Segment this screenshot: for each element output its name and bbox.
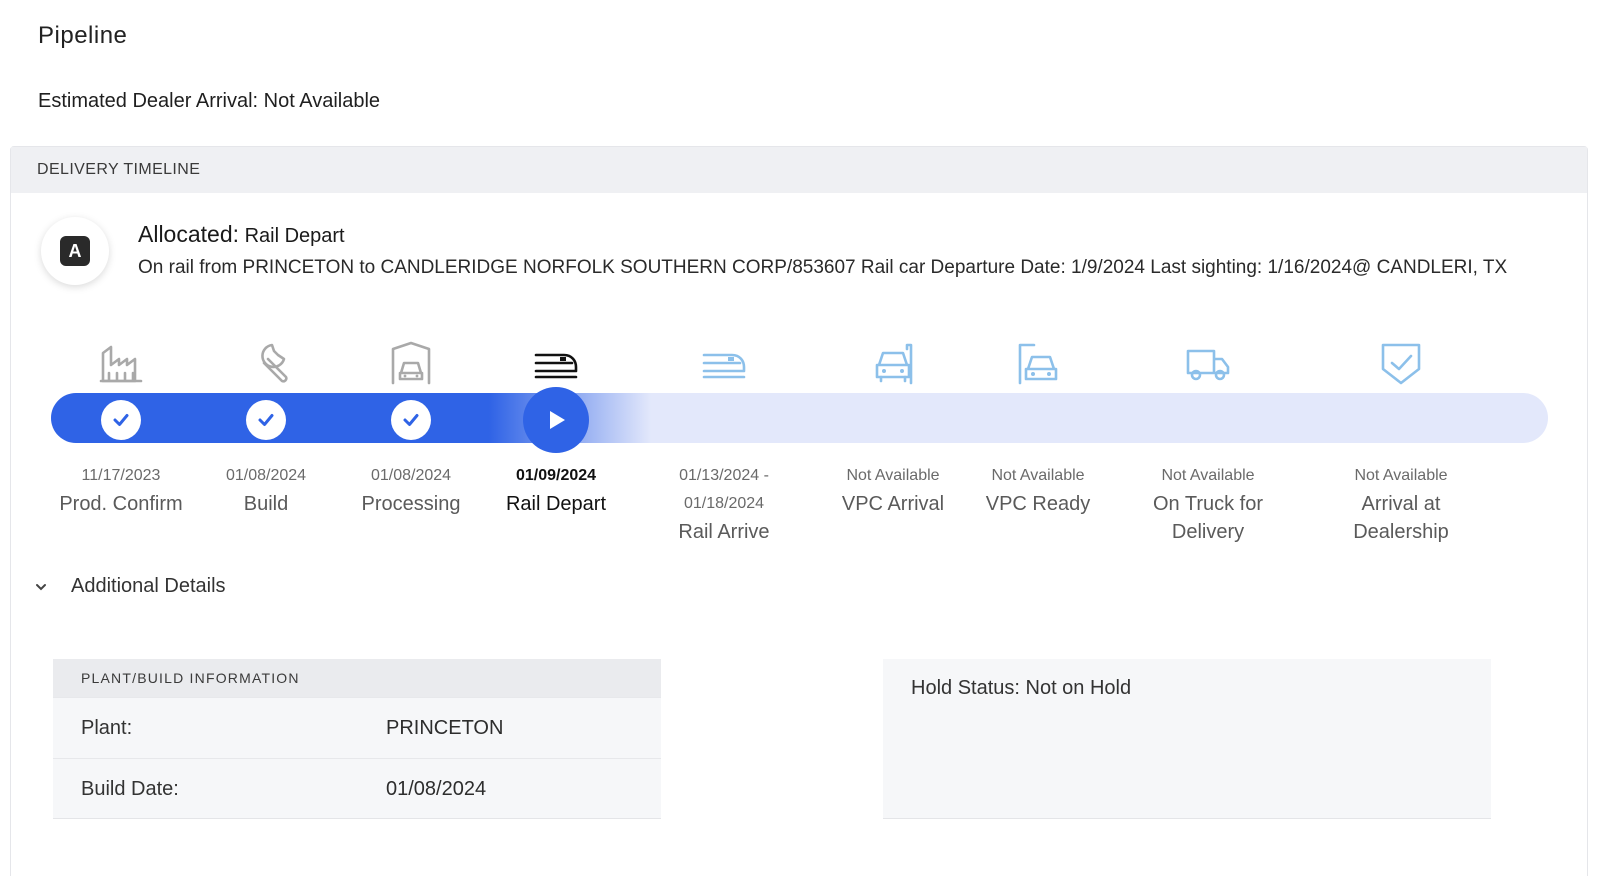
step-date: Not Available bbox=[1161, 467, 1255, 484]
wrench-icon bbox=[191, 327, 341, 387]
step-date: 01/08/2024 bbox=[370, 467, 452, 484]
step-label: Build bbox=[243, 493, 289, 515]
plant-value: PRINCETON bbox=[386, 716, 504, 739]
plant-key: Plant: bbox=[81, 716, 133, 739]
step-label: Arrival at Dealership bbox=[1353, 493, 1449, 543]
timeline-step: 01/09/2024 Rail Depart bbox=[481, 327, 631, 515]
status-letter-badge: A bbox=[60, 236, 90, 266]
chevron-down-icon bbox=[36, 583, 46, 590]
timeline-step: Not Available Arrival at Dealership bbox=[1326, 327, 1476, 543]
step-date: Not Available bbox=[1354, 467, 1448, 484]
step-label: VPC Ready bbox=[985, 493, 1091, 515]
step-date: 11/17/2023 bbox=[81, 467, 161, 484]
garage-car-icon bbox=[336, 327, 486, 387]
plant-panel-header: PLANT/BUILD INFORMATION bbox=[53, 659, 661, 697]
train-arrive-icon bbox=[649, 327, 799, 387]
step-label: Rail Depart bbox=[505, 493, 607, 515]
truck-icon bbox=[1133, 327, 1283, 387]
step-label: VPC Arrival bbox=[841, 493, 945, 515]
delivery-timeline: 11/17/2023 Prod. Confirm 01/08/2024 Build 01… bbox=[11, 327, 1589, 557]
build-date-key: Build Date: bbox=[81, 777, 179, 800]
page-title: Pipeline bbox=[38, 22, 128, 49]
step-label: Prod. Confirm bbox=[59, 493, 183, 515]
check-icon bbox=[246, 400, 286, 440]
step-date: 01/08/2024 bbox=[225, 467, 307, 484]
check-icon bbox=[101, 400, 141, 440]
timeline-step: Not Available VPC Ready bbox=[963, 327, 1113, 515]
estimated-dealer-arrival: Estimated Dealer Arrival: Not Available bbox=[38, 90, 381, 112]
step-date: Not Available bbox=[991, 467, 1085, 484]
timeline-step: Not Available VPC Arrival bbox=[818, 327, 968, 515]
timeline-step: 01/13/2024 - 01/18/2024 Rail Arrive bbox=[649, 327, 799, 543]
timeline-step: 11/17/2023 Prod. Confirm bbox=[46, 327, 196, 515]
additional-details-toggle[interactable]: Additional Details bbox=[33, 575, 226, 598]
status-line: Allocated: Rail Depart bbox=[138, 221, 1518, 248]
factory-icon bbox=[46, 327, 196, 387]
step-label: Processing bbox=[361, 493, 461, 515]
step-label: Rail Arrive bbox=[678, 521, 770, 543]
train-icon bbox=[481, 327, 631, 387]
hold-status-panel: Hold Status: Not on Hold bbox=[883, 659, 1491, 819]
plant-build-panel: PLANT/BUILD INFORMATION Plant: PRINCETON… bbox=[53, 659, 661, 819]
check-icon bbox=[391, 400, 431, 440]
step-label: On Truck for Delivery bbox=[1152, 493, 1264, 543]
car-ready-icon bbox=[963, 327, 1113, 387]
build-date-row: Build Date: 01/08/2024 bbox=[53, 758, 661, 819]
step-date: 01/09/2024 bbox=[515, 467, 597, 484]
card-header: DELIVERY TIMELINE bbox=[11, 147, 1587, 193]
status-description: On rail from PRINCETON to CANDLERIDGE NO… bbox=[138, 257, 1508, 278]
status-block: Allocated: Rail Depart On rail from PRIN… bbox=[138, 221, 1518, 282]
timeline-step: 01/08/2024 Processing bbox=[336, 327, 486, 515]
play-icon bbox=[523, 387, 589, 453]
additional-details-label: Additional Details bbox=[71, 575, 226, 597]
delivery-timeline-card: DELIVERY TIMELINE A Allocated: Rail Depa… bbox=[10, 146, 1588, 876]
car-arrival-icon bbox=[818, 327, 968, 387]
status-avatar: A bbox=[41, 217, 109, 285]
status-label: Allocated: bbox=[138, 221, 240, 247]
step-date: 01/13/2024 - 01/18/2024 bbox=[679, 467, 769, 512]
build-date-value: 01/08/2024 bbox=[386, 777, 487, 800]
timeline-step: Not Available On Truck for Delivery bbox=[1133, 327, 1283, 543]
plant-row: Plant: PRINCETON bbox=[53, 697, 661, 758]
hold-status-text: Hold Status: Not on Hold bbox=[911, 677, 1132, 699]
step-date: Not Available bbox=[846, 467, 940, 484]
timeline-step: 01/08/2024 Build bbox=[191, 327, 341, 515]
shield-check-icon bbox=[1326, 327, 1476, 387]
status-value: Rail Depart bbox=[244, 225, 345, 247]
